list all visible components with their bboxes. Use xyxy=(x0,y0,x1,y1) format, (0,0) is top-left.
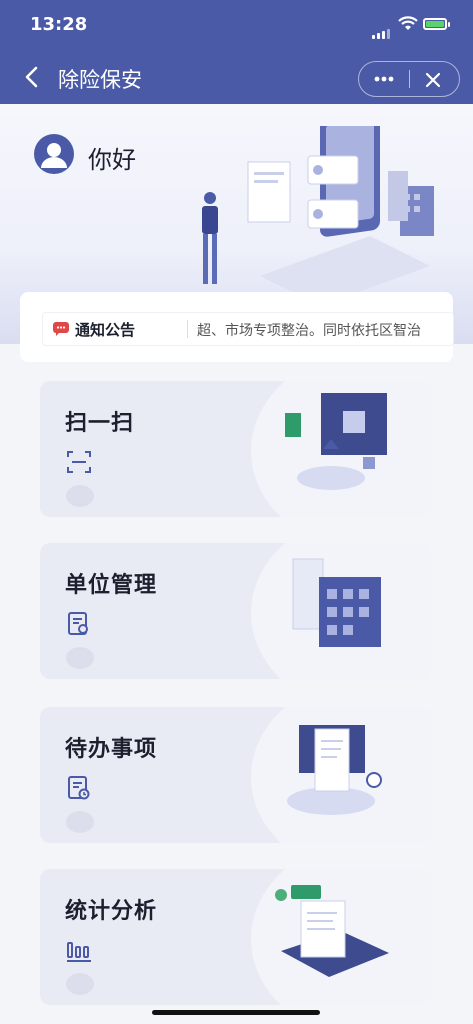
message-icon xyxy=(53,322,69,336)
card-todo[interactable]: 待办事项 xyxy=(40,707,431,843)
bar-chart-icon xyxy=(67,942,91,962)
document-gear-icon xyxy=(68,612,88,635)
scan-illustration xyxy=(285,393,387,490)
card-title: 待办事项 xyxy=(65,737,158,762)
notice-card: 通知公告 超、市场专项整治。同时依托区智治 xyxy=(20,292,454,362)
todo-illustration xyxy=(287,725,382,815)
scan-icon xyxy=(67,451,91,473)
avatar[interactable] xyxy=(34,134,74,174)
card-decor-dot xyxy=(66,811,94,833)
card-statistics[interactable]: 统计分析 xyxy=(40,869,431,1005)
user-icon xyxy=(41,143,67,168)
mini-program-capsule xyxy=(358,61,460,97)
card-scan[interactable]: 扫一扫 xyxy=(40,381,431,517)
close-icon[interactable] xyxy=(423,70,443,90)
card-title: 单位管理 xyxy=(65,573,158,598)
card-unit-management[interactable]: 单位管理 xyxy=(40,543,431,679)
more-icon[interactable] xyxy=(371,70,397,88)
home-indicator xyxy=(152,1010,320,1015)
notice-divider xyxy=(187,320,188,338)
card-decor-dot xyxy=(66,647,94,669)
page-title: 除险保安 xyxy=(58,68,142,92)
notice-text: 超、市场专项整治。同时依托区智治 xyxy=(197,323,421,339)
building-illustration xyxy=(292,558,381,647)
signal-icon xyxy=(372,20,392,39)
document-clock-icon xyxy=(68,776,90,800)
greeting-text: 你好 xyxy=(88,146,136,174)
card-decor-dot xyxy=(66,485,94,507)
top-bar: 13:28 除险保安 xyxy=(0,0,473,104)
nav-bar: 除险保安 xyxy=(0,52,473,104)
card-decor-dot xyxy=(66,973,94,995)
notice-label: 通知公告 xyxy=(75,321,136,339)
status-bar: 13:28 xyxy=(0,0,473,50)
back-arrow-icon[interactable] xyxy=(18,62,48,92)
card-title: 统计分析 xyxy=(65,899,158,924)
battery-icon xyxy=(423,18,450,30)
hero-illustration xyxy=(202,126,434,306)
statistics-illustration xyxy=(275,885,389,977)
card-title: 扫一扫 xyxy=(65,411,135,436)
notice-bar[interactable]: 通知公告 超、市场专项整治。同时依托区智治 xyxy=(42,312,454,346)
wifi-icon xyxy=(398,16,418,30)
status-time: 13:28 xyxy=(30,14,88,35)
